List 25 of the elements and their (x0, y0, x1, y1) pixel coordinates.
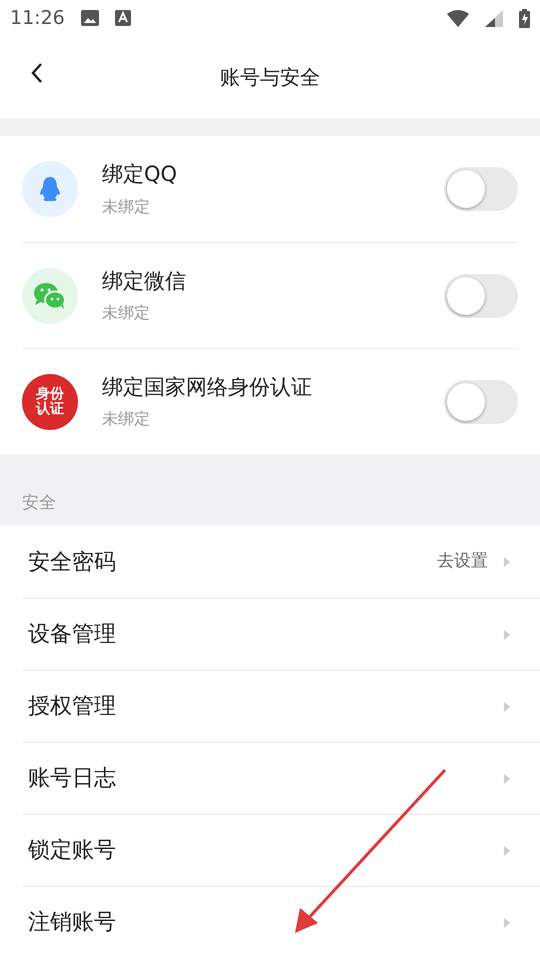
chevron-icon (504, 630, 510, 640)
binding-status: 未绑定 (102, 408, 151, 430)
page-title: 账号与安全 (220, 64, 320, 91)
chevron-icon (504, 557, 510, 567)
binding-status: 未绑定 (102, 302, 151, 324)
toggle-switch[interactable] (444, 274, 518, 318)
chevron-icon (504, 774, 510, 784)
toggle-switch[interactable] (444, 167, 518, 211)
binding-status: 未绑定 (102, 196, 151, 218)
signal-icon (485, 10, 503, 26)
back-icon[interactable] (30, 62, 44, 84)
binding-title: 绑定QQ (102, 161, 178, 188)
status-time: 11:26 (10, 6, 65, 31)
image-icon (80, 10, 99, 26)
battery-icon (519, 8, 530, 28)
binding-title: 绑定微信 (102, 268, 187, 295)
wifi-icon (447, 10, 469, 26)
chevron-icon (504, 918, 510, 928)
badge-text: 身份认证 (34, 386, 65, 416)
text-icon (114, 10, 131, 26)
chevron-icon (504, 846, 510, 856)
chevron-icon (504, 702, 510, 712)
binding-title: 绑定国家网络身份认证 (102, 374, 313, 401)
section-heading: 安全 (22, 492, 56, 514)
toggle-switch[interactable] (444, 380, 518, 424)
